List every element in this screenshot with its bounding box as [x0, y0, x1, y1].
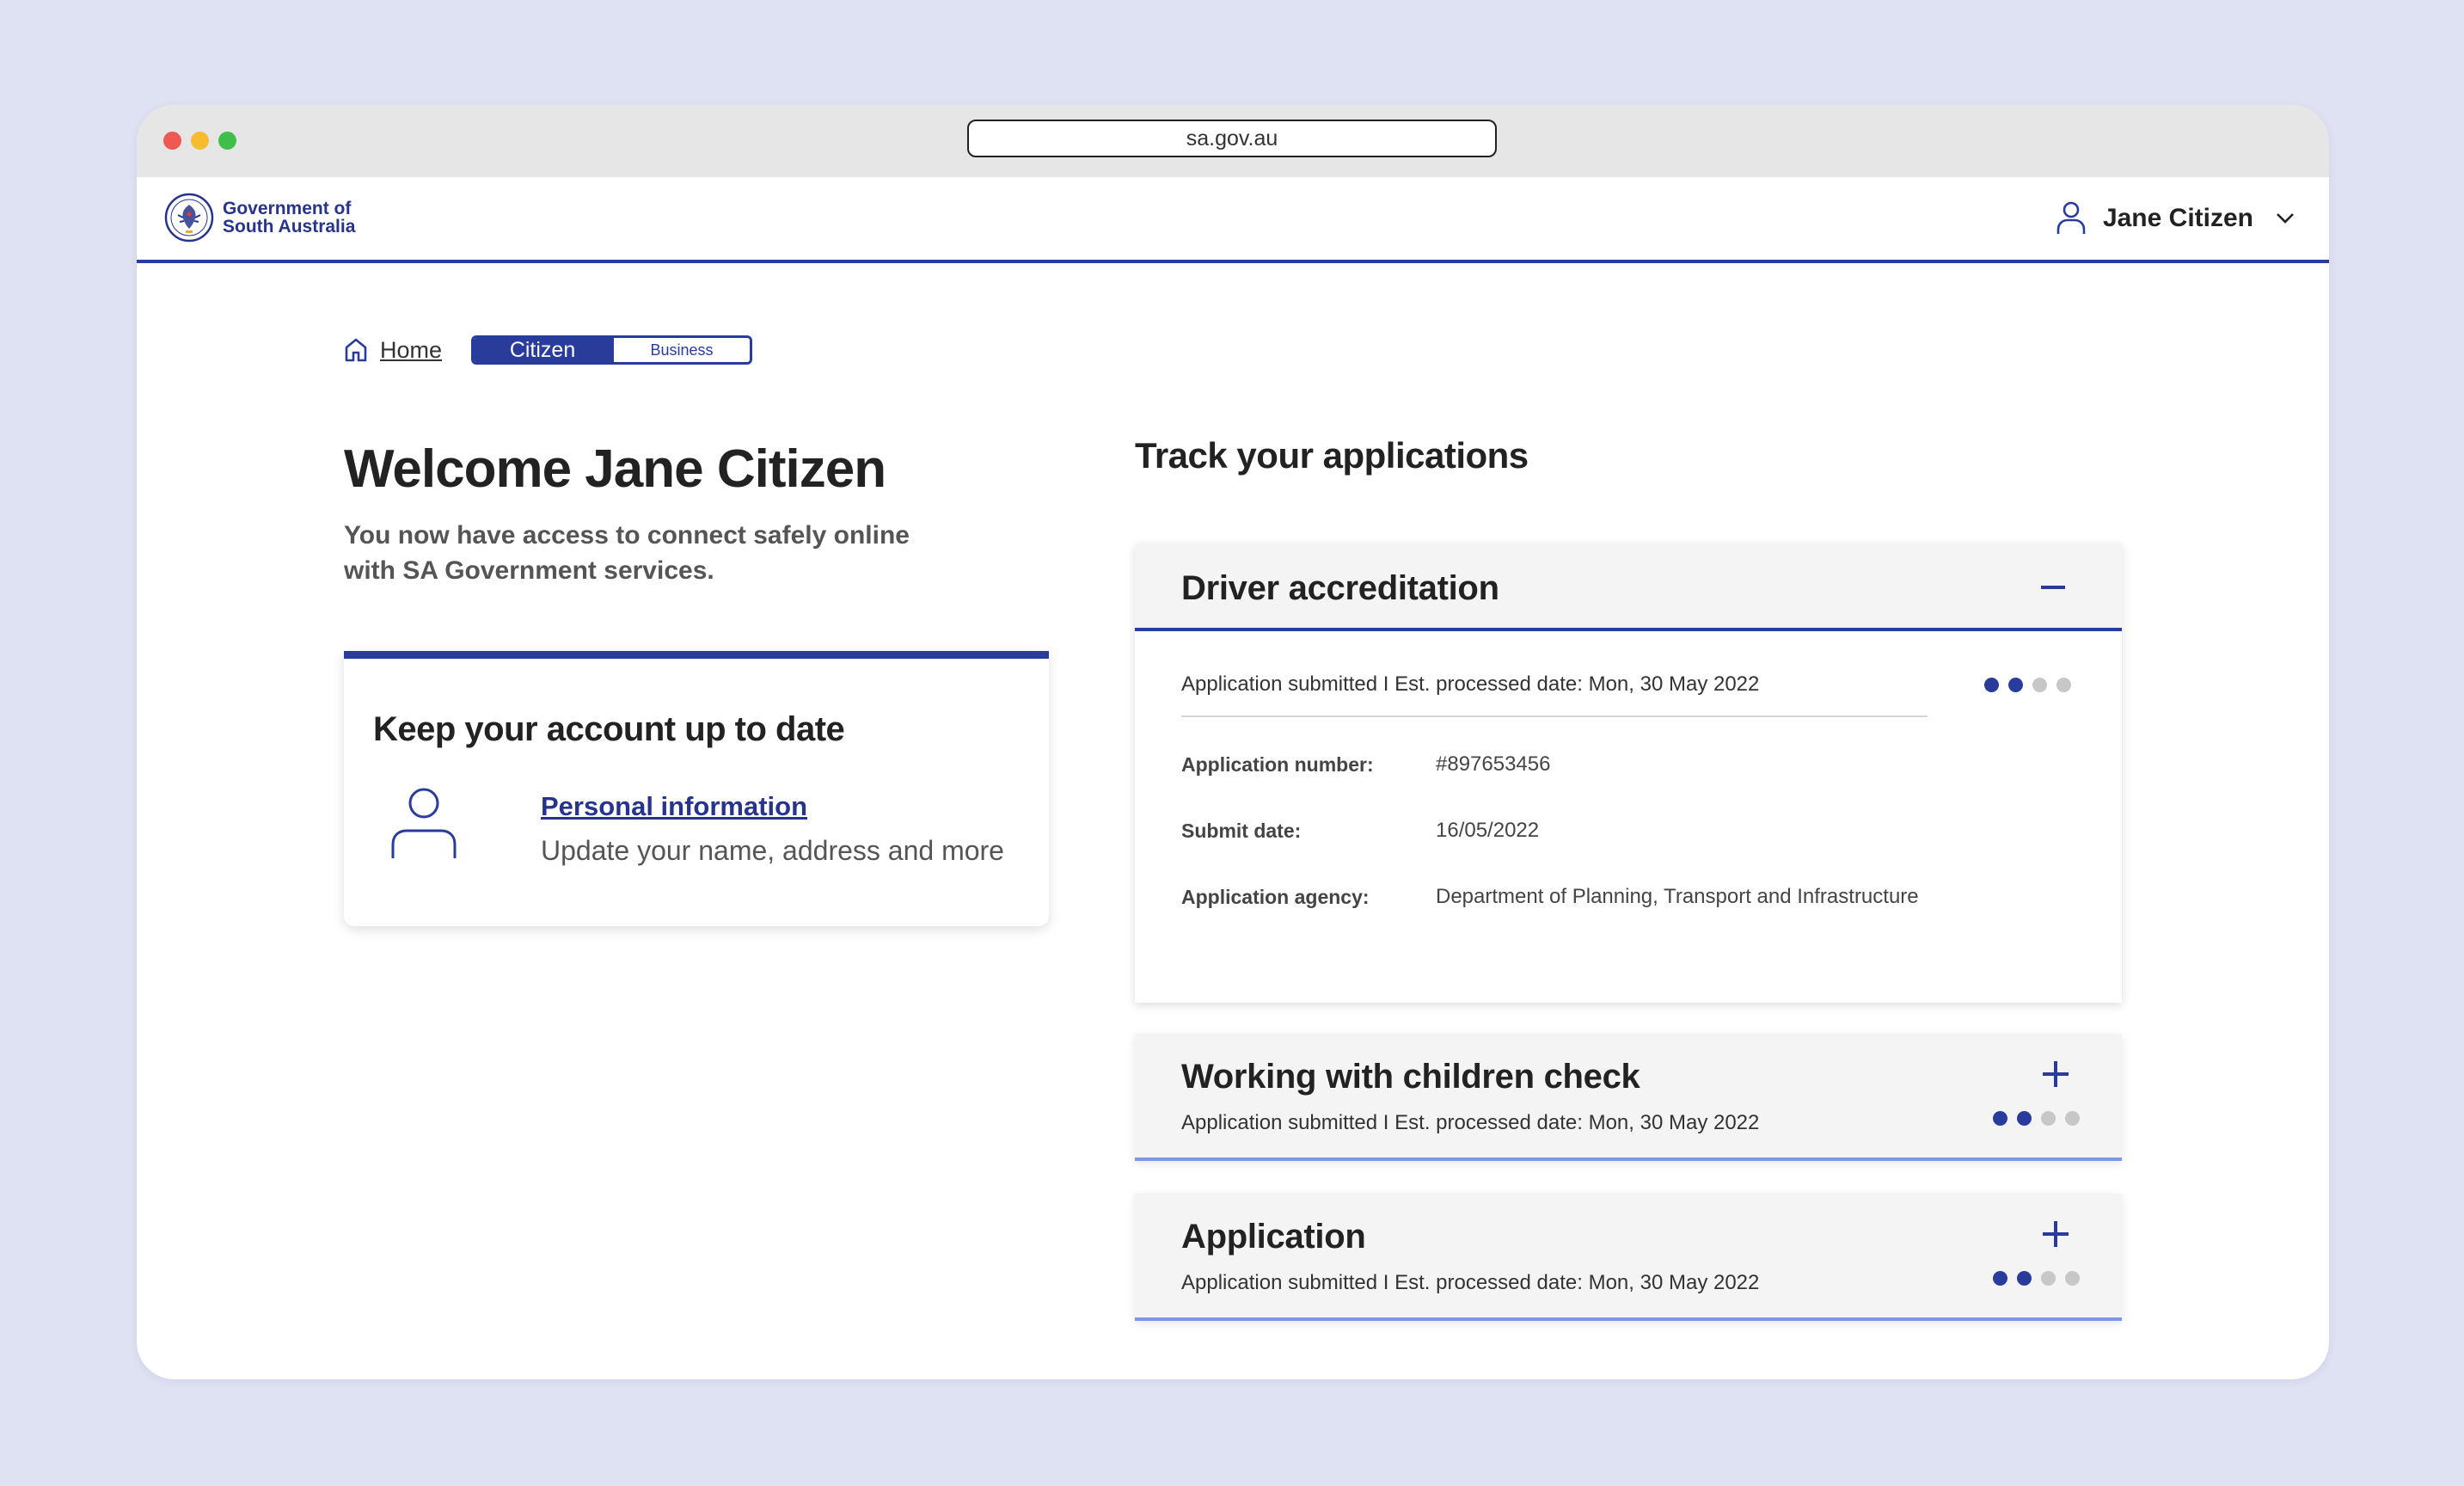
person-icon: [391, 788, 457, 858]
site-header: Government of South Australia Jane Citiz…: [137, 177, 2329, 263]
account-card-title: Keep your account up to date: [373, 710, 845, 748]
progress-step-done: [1984, 678, 1999, 692]
progress-dots: [1993, 1271, 2089, 1286]
field-value-application-number: #897653456: [1436, 752, 1551, 776]
welcome-title: Welcome Jane Citizen: [344, 439, 886, 499]
logo-text: Government of South Australia: [223, 200, 355, 236]
progress-step-done: [2008, 678, 2023, 692]
application-status: Application submitted I Est. processed d…: [1181, 1111, 1760, 1134]
window-minimize-button[interactable]: [191, 132, 209, 150]
application-accordion-collapsed[interactable]: Application Application submitted I Est.…: [1135, 1194, 2122, 1321]
application-status: Application submitted I Est. processed d…: [1181, 672, 1760, 696]
application-accordion-expanded: Driver accreditation Application submitt…: [1135, 543, 2122, 1003]
progress-step-pending: [2065, 1111, 2080, 1126]
field-value-submit-date: 16/05/2022: [1436, 819, 1540, 842]
progress-step-done: [1993, 1111, 2007, 1126]
progress-step-done: [2017, 1111, 2032, 1126]
field-label-application-agency: Application agency:: [1181, 886, 1370, 908]
progress-dots: [1993, 1111, 2089, 1126]
browser-chrome: sa.gov.au: [137, 105, 2329, 177]
logo-line-2: South Australia: [223, 217, 356, 236]
application-status: Application submitted I Est. processed d…: [1181, 1271, 1760, 1294]
minus-icon[interactable]: [2041, 586, 2065, 589]
logo-line-1: Government of: [223, 199, 352, 218]
account-card: Keep your account up to date Personal in…: [344, 651, 1049, 926]
field-label-submit-date: Submit date:: [1181, 820, 1302, 842]
toggle-business[interactable]: Business: [611, 338, 751, 362]
welcome-subtitle: You now have access to connect safely on…: [344, 521, 910, 585]
accordion-title: Application: [1181, 1218, 1366, 1256]
personal-information-link[interactable]: Personal information: [541, 791, 807, 822]
progress-step-done: [1993, 1271, 2007, 1286]
sa-crest-logo: [164, 193, 214, 243]
progress-step-pending: [2032, 678, 2047, 692]
sa-government-logo[interactable]: Government of South Australia: [164, 193, 355, 243]
address-bar[interactable]: sa.gov.au: [967, 120, 1497, 157]
window-close-button[interactable]: [163, 132, 181, 150]
progress-step-pending: [2065, 1271, 2080, 1286]
track-applications-title: Track your applications: [1135, 435, 1529, 476]
toggle-citizen[interactable]: Citizen: [474, 338, 612, 362]
chevron-down-icon[interactable]: [2276, 212, 2295, 224]
progress-step-done: [2017, 1271, 2032, 1286]
home-icon[interactable]: [344, 337, 368, 363]
divider: [1181, 715, 1928, 717]
field-label-application-number: Application number:: [1181, 753, 1374, 776]
accordion-header[interactable]: Driver accreditation: [1135, 543, 2122, 631]
field-value-application-agency: Department of Planning, Transport and In…: [1436, 885, 1919, 908]
user-name: Jane Citizen: [2102, 204, 2253, 232]
accordion-title: Working with children check: [1181, 1058, 1640, 1096]
progress-dots: [1984, 678, 2081, 692]
breadcrumb: Home Citizen Business: [344, 335, 753, 365]
progress-step-pending: [2056, 678, 2071, 692]
window-maximize-button[interactable]: [218, 132, 236, 150]
audience-toggle: Citizen Business: [471, 335, 753, 365]
personal-information-description: Update your name, address and more: [541, 835, 1004, 866]
plus-icon[interactable]: [2043, 1061, 2069, 1087]
accordion-title: Driver accreditation: [1181, 569, 1499, 607]
user-menu[interactable]: Jane Citizen: [2056, 177, 2295, 260]
home-link[interactable]: Home: [380, 337, 442, 364]
application-accordion-collapsed[interactable]: Working with children check Application …: [1135, 1034, 2122, 1161]
progress-step-pending: [2041, 1111, 2056, 1126]
plus-icon[interactable]: [2043, 1221, 2069, 1247]
user-icon: [2056, 201, 2086, 234]
progress-step-pending: [2041, 1271, 2056, 1286]
